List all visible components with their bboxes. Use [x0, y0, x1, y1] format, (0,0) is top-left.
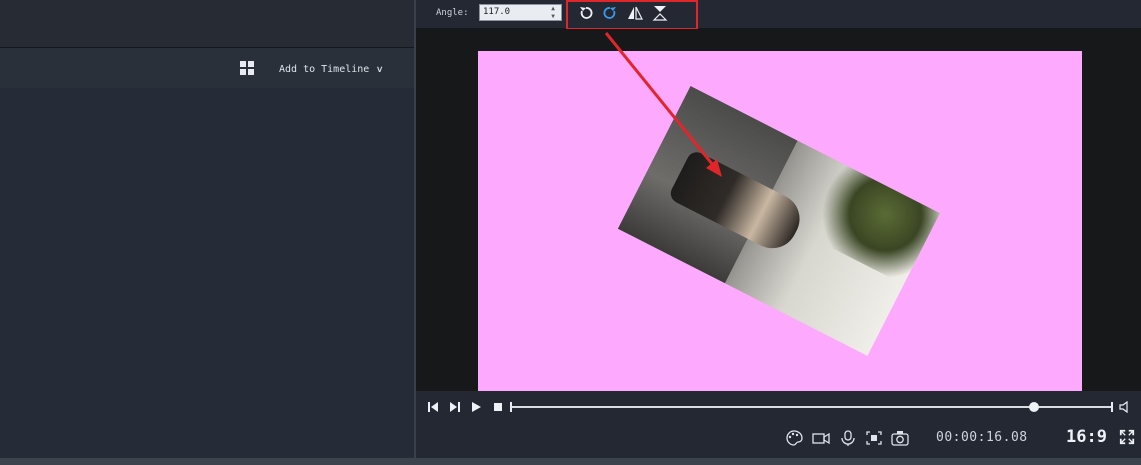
angle-spinner[interactable]: ▲ ▼	[546, 5, 560, 20]
grid-view-icon[interactable]	[240, 61, 254, 75]
media-library-panel	[0, 88, 414, 458]
next-frame-icon[interactable]	[449, 401, 461, 413]
angle-value: 117.0	[483, 7, 511, 17]
highlight-box	[566, 0, 698, 30]
bottom-divider[interactable]	[0, 458, 1141, 465]
play-icon[interactable]	[470, 401, 482, 413]
seek-bar[interactable]	[512, 406, 1112, 408]
add-to-timeline-button[interactable]: Add to Timeline ∨	[279, 64, 384, 75]
volume-icon[interactable]	[1119, 401, 1131, 413]
camera-record-icon[interactable]	[812, 430, 830, 446]
left-top-panel	[0, 0, 414, 48]
angle-label: Angle:	[436, 8, 469, 18]
screen-capture-icon[interactable]	[865, 430, 883, 446]
timecode-display: 00:00:16.08	[936, 430, 1028, 445]
snapshot-icon[interactable]	[891, 430, 909, 446]
spin-down-icon[interactable]: ▼	[546, 13, 560, 21]
add-to-timeline-label: Add to Timeline	[279, 64, 370, 75]
seek-end-marker	[1111, 402, 1113, 412]
angle-input[interactable]: 117.0 ▲ ▼	[479, 4, 562, 21]
playhead-knob[interactable]	[1029, 402, 1039, 412]
fullscreen-icon[interactable]	[1118, 429, 1136, 445]
chevron-down-icon: ∨	[376, 65, 384, 75]
stop-icon[interactable]	[492, 401, 504, 413]
microphone-icon[interactable]	[839, 430, 857, 446]
player-controls	[416, 391, 1141, 458]
spin-up-icon[interactable]: ▲	[546, 5, 560, 13]
aspect-ratio-button[interactable]: 16:9	[1066, 427, 1107, 447]
color-palette-icon[interactable]	[785, 430, 803, 446]
previous-frame-icon[interactable]	[427, 401, 439, 413]
